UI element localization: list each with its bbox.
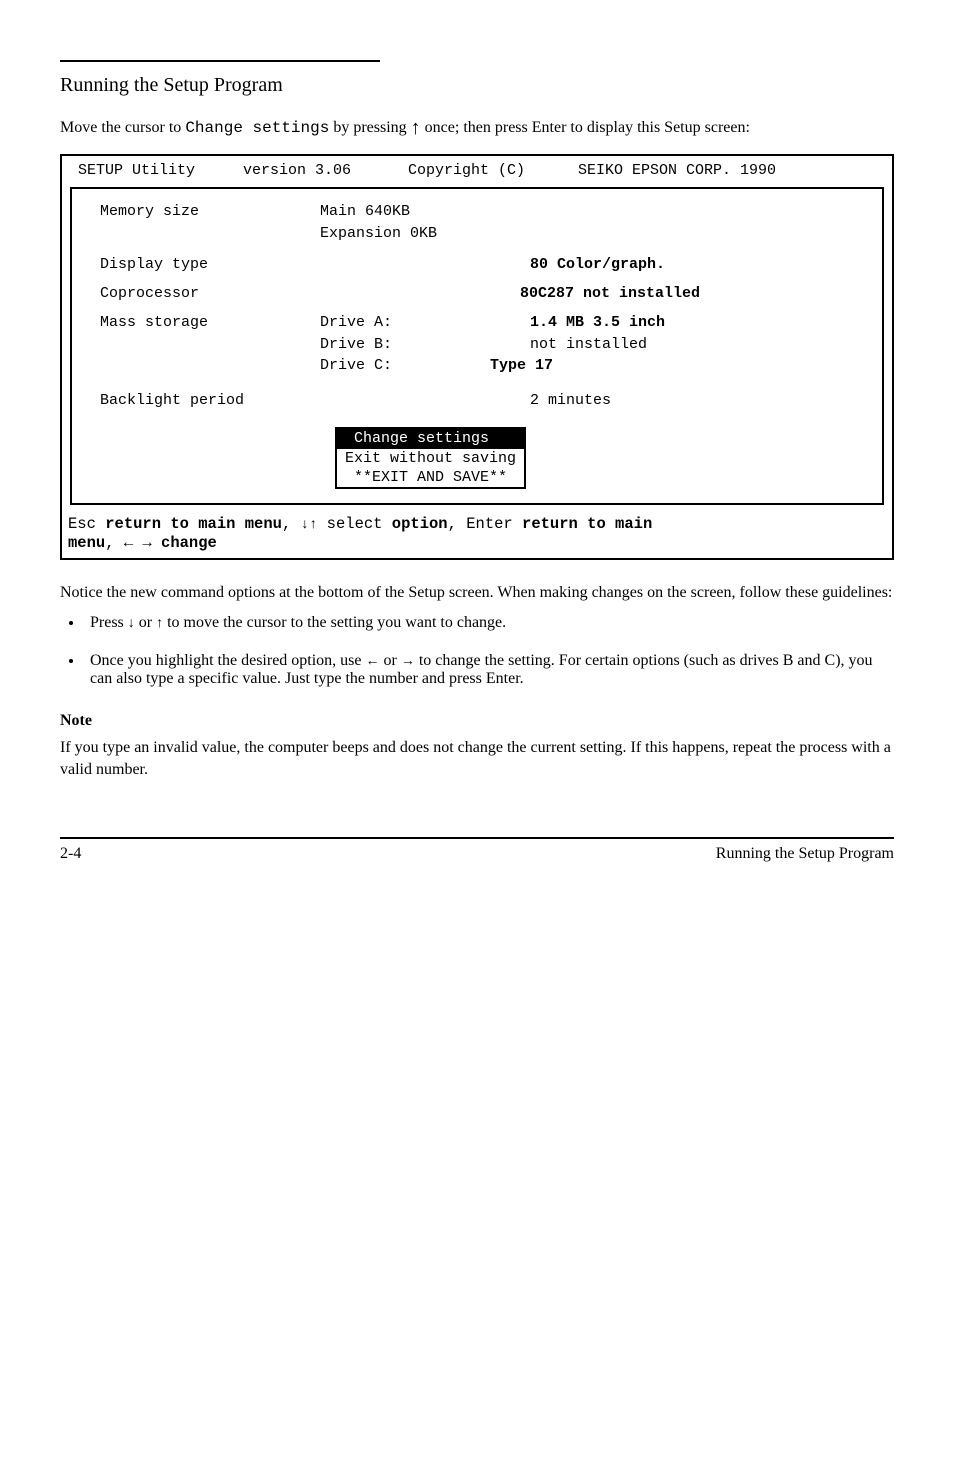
header-utility: SETUP Utility — [78, 162, 243, 179]
intro-paragraph: Move the cursor to Change settings by pr… — [60, 115, 894, 142]
menu-exit-nosave[interactable]: Exit without saving — [337, 449, 524, 468]
right-arrow-icon: → — [401, 654, 415, 669]
footer-pageno: 2-4 — [60, 845, 81, 862]
intro-mid: by pressing — [329, 119, 410, 136]
hint-arrows: , ← → — [105, 534, 161, 552]
hint-enter: , Enter — [448, 515, 522, 533]
settings-frame: Memory size Main 640KB Expansion 0KB Dis… — [70, 187, 884, 505]
left-arrow-icon: ← — [366, 654, 380, 669]
down-arrow-icon: ↓ — [301, 517, 309, 533]
intro-post: once; then press Enter to display this S… — [421, 119, 750, 136]
b1-p3: to move the cursor to the setting you wa… — [163, 614, 506, 631]
mass-drive-c-label: Drive C: — [320, 357, 490, 374]
guideline-list: Press ↓ or ↑ to move the cursor to the s… — [60, 614, 894, 688]
menu-exit-save[interactable]: **EXIT AND SAVE** — [337, 468, 524, 487]
hint-menu: menu — [68, 534, 105, 552]
header-company: SEIKO EPSON CORP. 1990 — [558, 162, 876, 179]
hint-change: change — [161, 534, 217, 552]
list-item: Once you highlight the desired option, u… — [84, 652, 894, 688]
hint-bar: Esc return to main menu, ↓↑ select optio… — [62, 509, 892, 558]
menu-change-settings[interactable]: Change settings — [337, 429, 524, 448]
coproc-label: Coprocessor — [100, 285, 320, 302]
header-version: version 3.06 — [243, 162, 408, 179]
note-heading: Note — [60, 710, 894, 732]
hint-return1: return to main menu — [105, 515, 282, 533]
hint-option: option — [392, 515, 448, 533]
note-text: If you type an invalid value, the comput… — [60, 737, 894, 781]
display-value[interactable]: 80 Color/graph. — [530, 256, 665, 273]
intro-option: Change settings — [185, 119, 329, 137]
footer-chapter: Running the Setup Program — [716, 845, 894, 863]
coproc-value[interactable]: 80C287 not installed — [520, 285, 700, 302]
mass-drive-c-value[interactable]: Type 17 — [490, 357, 553, 374]
setup-screen: SETUP Utility version 3.06 Copyright (C)… — [60, 154, 894, 560]
b2-p2: or — [380, 652, 401, 669]
list-item: Press ↓ or ↑ to move the cursor to the s… — [84, 614, 894, 632]
hint-return2: return to main — [522, 515, 652, 533]
para-after-screen: Notice the new command options at the bo… — [60, 582, 894, 604]
b1-p2: or — [135, 614, 156, 631]
mass-drive-b-value[interactable]: not installed — [530, 336, 647, 353]
backlight-label: Backlight period — [100, 392, 320, 409]
screen-header: SETUP Utility version 3.06 Copyright (C)… — [62, 156, 892, 183]
mass-drive-a-label: Drive A: — [320, 314, 490, 331]
memory-expansion: Expansion 0KB — [320, 225, 490, 242]
display-label: Display type — [100, 256, 320, 273]
memory-main: Main 640KB — [320, 203, 490, 220]
header-copyright: Copyright (C) — [408, 162, 558, 179]
chapter-title: Running the Setup Program — [60, 74, 894, 97]
mass-label: Mass storage — [100, 314, 320, 331]
hint-select: select — [317, 515, 391, 533]
backlight-value[interactable]: 2 minutes — [530, 392, 611, 409]
hint-comma: , — [282, 515, 301, 533]
b2-p1: Once you highlight the desired option, u… — [90, 652, 366, 669]
hint-esc: Esc — [68, 515, 105, 533]
mass-drive-b-label: Drive B: — [320, 336, 490, 353]
memory-label: Memory size — [100, 203, 320, 220]
mass-drive-a-value[interactable]: 1.4 MB 3.5 inch — [530, 314, 665, 331]
b1-p1: Press — [90, 614, 128, 631]
down-arrow-icon: ↓ — [128, 616, 135, 631]
main-menu: Change settings Exit without saving **EX… — [335, 427, 526, 489]
intro-pre: Move the cursor to — [60, 119, 185, 136]
up-arrow-icon: ↑ — [411, 115, 421, 142]
